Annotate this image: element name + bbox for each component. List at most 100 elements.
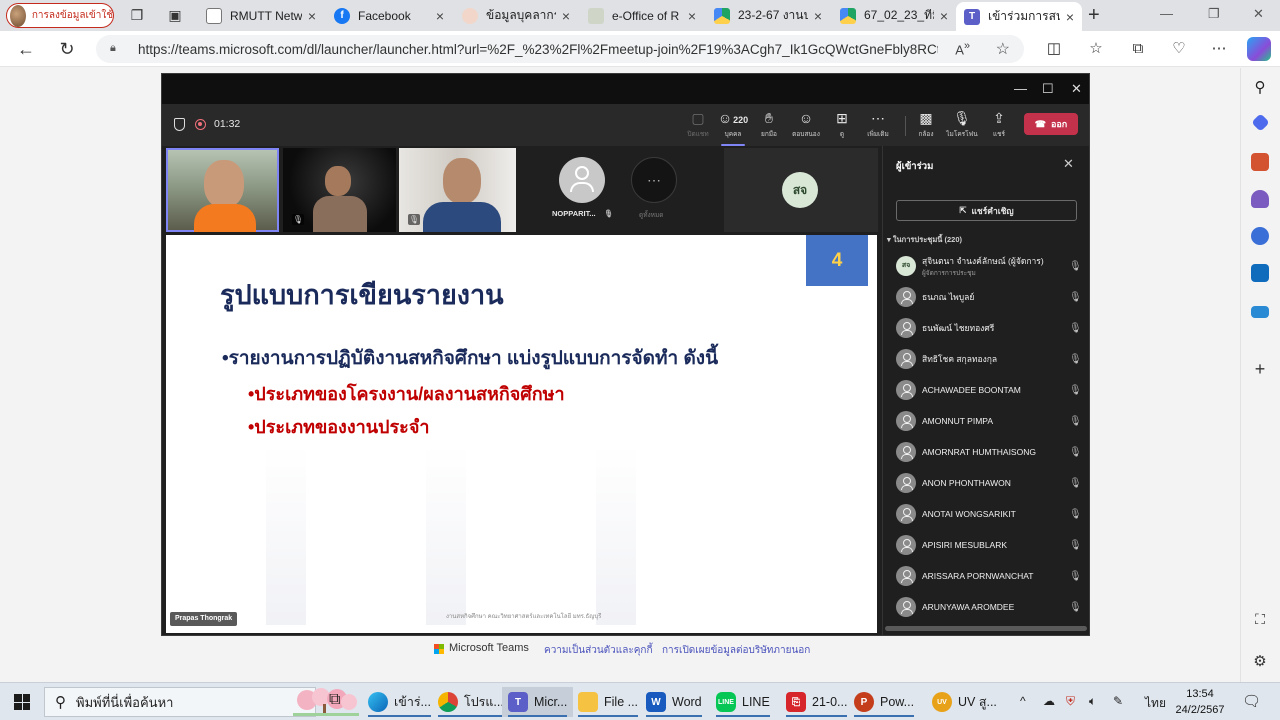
refresh-icon[interactable]: ↻ — [57, 39, 77, 59]
taskbar-app-edge[interactable]: เข้าร่... — [362, 687, 437, 717]
taskbar-app-word[interactable]: W Word — [640, 687, 708, 717]
new-tab-button[interactable]: + — [1088, 4, 1100, 27]
people-button[interactable]: ☺220 บุคคล — [713, 110, 753, 146]
tools-icon[interactable] — [1251, 153, 1269, 171]
participant-row[interactable]: สจ สุจินตนา จำนงค์ลักษณ์ (ผู้จัดการ) ผู้จ… — [896, 254, 1082, 278]
taskbar-app-chrome[interactable]: โปรแ... — [432, 687, 510, 717]
share-invite-button[interactable]: ⇱ แชร์คำเชิญ — [896, 200, 1077, 221]
in-meeting-section-header[interactable]: ▾ ในการประชุมนี้ (220) — [887, 234, 962, 246]
more-participants-icon[interactable]: ⋯ — [631, 157, 677, 203]
participant-row[interactable]: AMORNRAT HUMTHAISONG 🎙︎ — [896, 440, 1082, 464]
tab-drive-1[interactable]: 23-2-67 งานป × — [706, 2, 830, 29]
profile-button[interactable]: การลงข้อมูลเข้าใช้ — [6, 3, 114, 28]
copilot-icon[interactable] — [1247, 37, 1271, 61]
split-screen-icon[interactable]: ◫ — [1045, 40, 1063, 58]
close-tab-icon[interactable]: × — [308, 8, 316, 24]
favorite-star-icon[interactable]: ☆ — [996, 39, 1010, 59]
notifications-icon[interactable]: 🗨︎ — [1242, 692, 1261, 710]
mic-button[interactable]: 🎙︎ ไมโครโฟน — [942, 110, 982, 142]
participant-row[interactable]: ACHAWADEE BOONTAM 🎙︎ — [896, 378, 1082, 402]
more-button[interactable]: ⋯ เพิ่มเติม — [858, 110, 898, 142]
settings-more-icon[interactable]: ⋯ — [1210, 40, 1228, 58]
search-icon[interactable]: ⚲ — [1251, 78, 1269, 96]
taskbar-app-pdf[interactable]: ⎘ 21-0... — [780, 687, 853, 717]
minimize-window-icon[interactable]: — — [1160, 6, 1173, 21]
view-all-label[interactable]: ดูทั้งหมด — [639, 210, 663, 220]
close-tab-icon[interactable]: × — [688, 8, 696, 24]
taskbar-app-file-explorer[interactable]: File ... — [572, 687, 644, 717]
close-tab-icon[interactable]: × — [940, 8, 948, 24]
workspaces-icon[interactable]: ❐ — [128, 6, 146, 24]
privacy-link[interactable]: ความเป็นส่วนตัวและคุกกี้ — [544, 643, 653, 658]
pen-icon[interactable]: ✎ — [1113, 694, 1123, 708]
tab-eoffice[interactable]: e-Office of R × — [580, 2, 704, 29]
participant-row[interactable]: ANOTAI WONGSARIKIT 🎙︎ — [896, 502, 1082, 526]
favorites-icon[interactable]: ☆ — [1087, 40, 1105, 58]
participant-row[interactable]: ARISSARA PORNWANCHAT 🎙︎ — [896, 564, 1082, 588]
browser-essentials-icon[interactable]: ♡ — [1170, 40, 1188, 58]
leave-button[interactable]: ☎ ออก — [1024, 113, 1078, 135]
close-window-icon[interactable]: ✕ — [1253, 6, 1264, 22]
participant-row[interactable]: ARUNYAWA AROMDEE 🎙︎ — [896, 595, 1082, 619]
security-shield-icon[interactable]: ⛨ — [1066, 694, 1075, 709]
collections-icon[interactable]: ⧉ — [1129, 40, 1147, 58]
tab-facebook[interactable]: f Facebook × — [326, 2, 452, 29]
video-tile-5[interactable]: สจ — [724, 148, 878, 232]
address-bar[interactable]: 🔒︎ https://teams.microsoft.com/dl/launch… — [96, 35, 1024, 63]
chat-button[interactable]: ▢ ปิดแชท — [678, 110, 718, 142]
participant-row[interactable]: AMONNUT PIMPA 🎙︎ — [896, 409, 1082, 433]
close-tab-icon[interactable]: × — [1066, 9, 1074, 25]
settings-gear-icon[interactable]: ⚙ — [1251, 652, 1269, 670]
close-tab-icon[interactable]: × — [436, 8, 444, 24]
taskbar-app-teams[interactable]: T Micr... — [502, 687, 574, 717]
tab-drive-2[interactable]: 67_02_23_ทีมี × — [832, 2, 956, 29]
tab-personnel[interactable]: ข้อมูลบุคลากร × — [454, 2, 578, 29]
share-button[interactable]: ⇪ แชร์ — [979, 110, 1019, 142]
participant-row[interactable]: ธนพัฒน์ ไชยทองศรี 🎙︎ — [896, 316, 1082, 340]
camera-button[interactable]: ▩ กล้อง — [906, 110, 946, 142]
tab-teams-active[interactable]: T เข้าร่วมการสนท × — [956, 2, 1082, 31]
show-hidden-icons-chevron-icon[interactable]: ^ — [1020, 694, 1026, 708]
taskbar-app-line[interactable]: LINE LINE — [710, 687, 776, 717]
raise-hand-button[interactable]: ✋︎ ยกมือ — [749, 110, 789, 142]
react-button[interactable]: ☺ ตอบสนอง — [786, 110, 826, 142]
participant-row[interactable]: สิทธิโชค สกุลทองกุล 🎙︎ — [896, 347, 1082, 371]
shopping-tag-icon[interactable] — [1251, 113, 1270, 132]
minimize-icon[interactable]: — — [1014, 81, 1027, 96]
vertical-tabs-icon[interactable]: ▣ — [166, 6, 184, 24]
video-tile-3[interactable]: 🎙︎ — [399, 148, 516, 232]
back-arrow-icon[interactable]: ← — [16, 39, 36, 59]
input-language[interactable]: ไทย — [1145, 694, 1166, 713]
read-aloud-icon[interactable]: A» — [955, 40, 970, 57]
onedrive-cloud-icon[interactable]: ☁ — [1043, 694, 1055, 708]
participant-row[interactable]: APISIRI MESUBLARK 🎙︎ — [896, 533, 1082, 557]
video-tile-1[interactable] — [166, 148, 279, 232]
participant-row[interactable]: ANON PHONTHAWON 🎙︎ — [896, 471, 1082, 495]
start-button[interactable] — [14, 694, 30, 710]
close-tab-icon[interactable]: × — [562, 8, 570, 24]
taskbar-search-box[interactable]: ⚲ พิมพ์ที่นี่เพื่อค้นหา — [44, 687, 359, 717]
outlook-icon[interactable] — [1251, 264, 1269, 282]
add-sidebar-app-icon[interactable]: + — [1251, 360, 1269, 378]
volume-icon[interactable]: 🔈︎ — [1089, 694, 1096, 709]
participant-row[interactable]: ธนภณ ไพบูลย์ 🎙︎ — [896, 285, 1082, 309]
screenshot-icon[interactable]: ⛶ — [1251, 611, 1269, 629]
view-button[interactable]: ⊞ ดู — [822, 110, 862, 142]
microsoft-365-icon[interactable] — [1251, 227, 1269, 245]
video-tile-4[interactable]: NOPPARIT... 🎙︎ ⋯ ดูทั้งหมด — [518, 148, 720, 232]
panel-scrollbar[interactable] — [885, 626, 1087, 631]
close-panel-icon[interactable]: ✕ — [1063, 156, 1074, 172]
close-icon[interactable]: ✕ — [1071, 81, 1082, 97]
video-tile-2[interactable]: 🎙︎ — [283, 148, 396, 232]
taskbar-widget-uv[interactable]: UV UV สู... — [926, 687, 1003, 717]
third-party-link[interactable]: การเปิดเผยข้อมูลต่อบริษัทภายนอก — [662, 643, 810, 658]
send-icon[interactable] — [1251, 306, 1269, 318]
maximize-icon[interactable]: ☐ — [1042, 81, 1054, 97]
restore-window-icon[interactable]: ❐ — [1208, 6, 1220, 22]
task-view-icon[interactable]: ⧉ — [329, 691, 340, 709]
games-icon[interactable] — [1251, 190, 1269, 208]
tab-rmutt[interactable]: RMUTT Netw × — [198, 2, 324, 29]
clock[interactable]: 13:54 24/2/2567 — [1170, 686, 1230, 718]
taskbar-app-powerpoint[interactable]: P Pow... — [848, 687, 920, 717]
close-tab-icon[interactable]: × — [814, 8, 822, 24]
